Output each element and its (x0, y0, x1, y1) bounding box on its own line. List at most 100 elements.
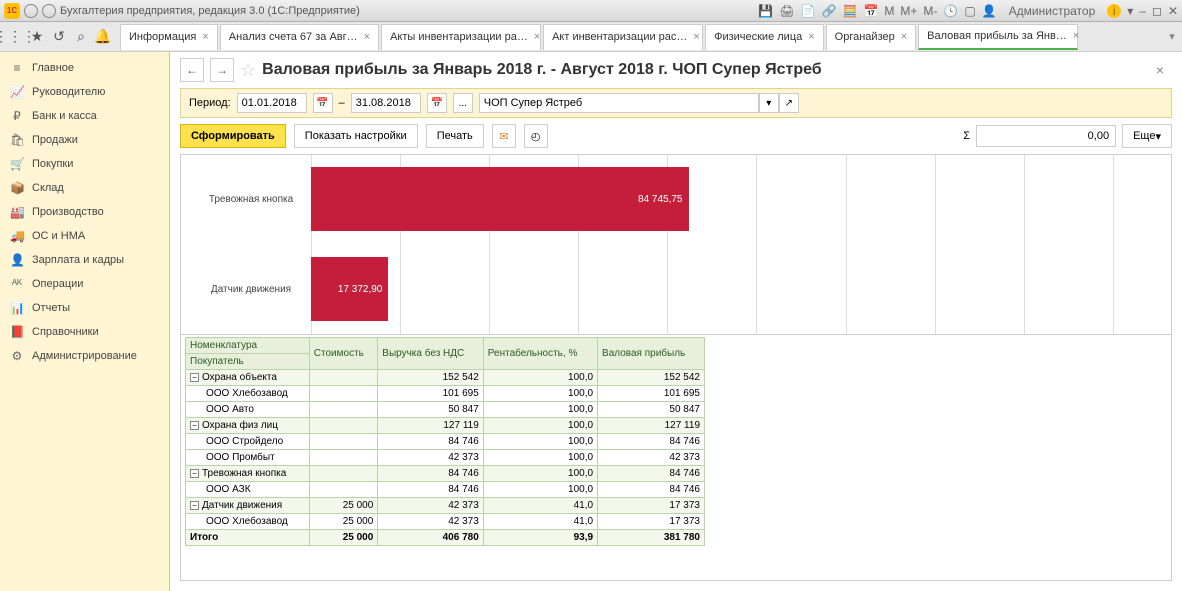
table-row[interactable]: ООО Хлебозавод25 00042 37341,017 373 (186, 514, 705, 530)
nav-fwd-icon[interactable] (42, 4, 56, 18)
dash-label: – (339, 97, 345, 109)
chart-bar-0: 84 745,75 (311, 167, 689, 231)
tab[interactable]: Акт инвентаризации рас…× (543, 24, 703, 50)
sidebar-item[interactable]: 👤Зарплата и кадры (0, 248, 169, 272)
close-page-button[interactable]: × (1148, 62, 1172, 78)
favorite-toggle[interactable]: ☆ (240, 60, 256, 81)
date-to-picker[interactable]: 📅 (427, 93, 447, 113)
report-canvas[interactable]: Тревожная кнопка 84 745,75 Датчик движен… (180, 154, 1172, 581)
calc-icon[interactable]: 🧮 (843, 4, 858, 18)
collapse-icon[interactable]: − (190, 421, 199, 430)
save-icon[interactable]: 💾 (758, 4, 773, 18)
sidebar-item[interactable]: 📈Руководителю (0, 80, 169, 104)
table-row[interactable]: ООО Хлебозавод101 695100,0101 695 (186, 386, 705, 402)
sidebar-item[interactable]: ᴬᴷОперации (0, 272, 169, 296)
sidebar-item[interactable]: ⚙Администрирование (0, 344, 169, 368)
calendar-icon[interactable]: 📅 (863, 4, 878, 18)
date-from-input[interactable] (237, 93, 307, 113)
date-from-picker[interactable]: 📅 (313, 93, 333, 113)
sidebar-item[interactable]: 📊Отчеты (0, 296, 169, 320)
table-row[interactable]: −Тревожная кнопка84 746100,084 746 (186, 466, 705, 482)
org-open-button[interactable]: ↗ (779, 93, 799, 113)
collapse-icon[interactable]: − (190, 373, 199, 382)
window-title: Бухгалтерия предприятия, редакция 3.0 (1… (60, 5, 758, 17)
sidebar-label: Главное (32, 62, 74, 74)
tab[interactable]: Информация× (120, 24, 218, 50)
sidebar-icon: 👤 (10, 253, 24, 267)
search-icon[interactable]: ⌕ (70, 26, 92, 48)
back-button[interactable]: ← (180, 58, 204, 82)
more-button[interactable]: Еще ▾ (1122, 124, 1172, 148)
table-row[interactable]: Итого25 000406 78093,9381 780 (186, 530, 705, 546)
date-to-input[interactable] (351, 93, 421, 113)
sum-field[interactable] (976, 125, 1116, 147)
sidebar-label: Покупки (32, 158, 73, 170)
table-row[interactable]: ООО АЗК84 746100,084 746 (186, 482, 705, 498)
tab[interactable]: Валовая прибыль за Янв…× (918, 24, 1078, 50)
form-button[interactable]: Сформировать (180, 124, 286, 148)
chart: Тревожная кнопка 84 745,75 Датчик движен… (181, 155, 1171, 335)
collapse-icon[interactable]: − (190, 469, 199, 478)
admin-label[interactable]: Администратор (1003, 4, 1102, 18)
bell-icon[interactable]: 🔔 (92, 26, 114, 48)
tab-add-button[interactable]: ▾ (1162, 30, 1182, 43)
sidebar-icon: 📈 (10, 85, 24, 99)
maximize-icon[interactable]: ◻ (1152, 4, 1162, 18)
sidebar-item[interactable]: ≡Главное (0, 56, 169, 80)
sidebar-item[interactable]: 📕Справочники (0, 320, 169, 344)
forward-button[interactable]: → (210, 58, 234, 82)
m-plus-icon[interactable]: М+ (900, 4, 917, 18)
export-button[interactable]: ◴ (524, 124, 548, 148)
history-icon[interactable]: ↺ (48, 26, 70, 48)
minimize-icon[interactable]: – (1139, 4, 1146, 18)
period-ellipsis-button[interactable]: ... (453, 93, 473, 113)
sidebar-item[interactable]: 🛍Продажи (0, 128, 169, 152)
sidebar-item[interactable]: 📦Склад (0, 176, 169, 200)
panel-icon[interactable]: ▢ (964, 4, 975, 18)
email-button[interactable]: ✉ (492, 124, 516, 148)
close-icon[interactable]: ✕ (1168, 4, 1178, 18)
table-row[interactable]: ООО Авто50 847100,050 847 (186, 402, 705, 418)
table-row[interactable]: −Датчик движения25 00042 37341,017 373 (186, 498, 705, 514)
tab[interactable]: Акты инвентаризации ра…× (381, 24, 541, 50)
tab-close-icon[interactable]: × (364, 31, 370, 43)
print-button[interactable]: Печать (426, 124, 484, 148)
action-bar: Сформировать Показать настройки Печать ✉… (170, 118, 1182, 154)
table-row[interactable]: −Охрана объекта152 542100,0152 542 (186, 370, 705, 386)
star-icon[interactable]: ★ (26, 26, 48, 48)
tab-close-icon[interactable]: × (202, 31, 208, 43)
sidebar-item[interactable]: 🛒Покупки (0, 152, 169, 176)
chart-label-1: Датчик движения (181, 284, 311, 295)
clock-icon[interactable]: 🕓 (943, 4, 958, 18)
data-table: Номенклатура Стоимость Выручка без НДС Р… (185, 337, 705, 546)
org-dropdown-button[interactable]: ▾ (759, 93, 779, 113)
table-row[interactable]: ООО Стройдело84 746100,084 746 (186, 434, 705, 450)
sidebar-label: Банк и касса (32, 110, 97, 122)
sidebar-item[interactable]: 🏭Производство (0, 200, 169, 224)
doc-icon[interactable]: 📄 (801, 4, 816, 18)
tab-close-icon[interactable]: × (693, 31, 699, 43)
sidebar-item[interactable]: 🚚ОС и НМА (0, 224, 169, 248)
sidebar-item[interactable]: ₽Банк и касса (0, 104, 169, 128)
tab-close-icon[interactable]: × (534, 31, 540, 43)
collapse-icon[interactable]: − (190, 501, 199, 510)
nav-back-icon[interactable] (24, 4, 38, 18)
tab-close-icon[interactable]: × (901, 31, 907, 43)
link-icon[interactable]: 🔗 (822, 4, 837, 18)
dropdown-icon[interactable]: ▾ (1127, 4, 1133, 18)
table-row[interactable]: −Охрана физ лиц127 119100,0127 119 (186, 418, 705, 434)
tab-close-icon[interactable]: × (1073, 30, 1079, 42)
m-minus-icon[interactable]: М- (923, 4, 937, 18)
tab[interactable]: Органайзер× (826, 24, 917, 50)
table-row[interactable]: ООО Промбыт42 373100,042 373 (186, 450, 705, 466)
info-icon[interactable]: i (1107, 4, 1121, 18)
tab[interactable]: Физические лица× (705, 24, 824, 50)
org-input[interactable] (479, 93, 759, 113)
tab-close-icon[interactable]: × (808, 31, 814, 43)
titlebar-tools: 💾 🖨 📄 🔗 🧮 📅 М М+ М- 🕓 ▢ 👤 Администратор … (758, 4, 1178, 18)
m-icon[interactable]: М (884, 4, 894, 18)
show-settings-button[interactable]: Показать настройки (294, 124, 418, 148)
tab[interactable]: Анализ счета 67 за Авг…× (220, 24, 379, 50)
apps-icon[interactable]: ⋮⋮⋮ (4, 26, 26, 48)
print-icon[interactable]: 🖨 (779, 4, 794, 18)
